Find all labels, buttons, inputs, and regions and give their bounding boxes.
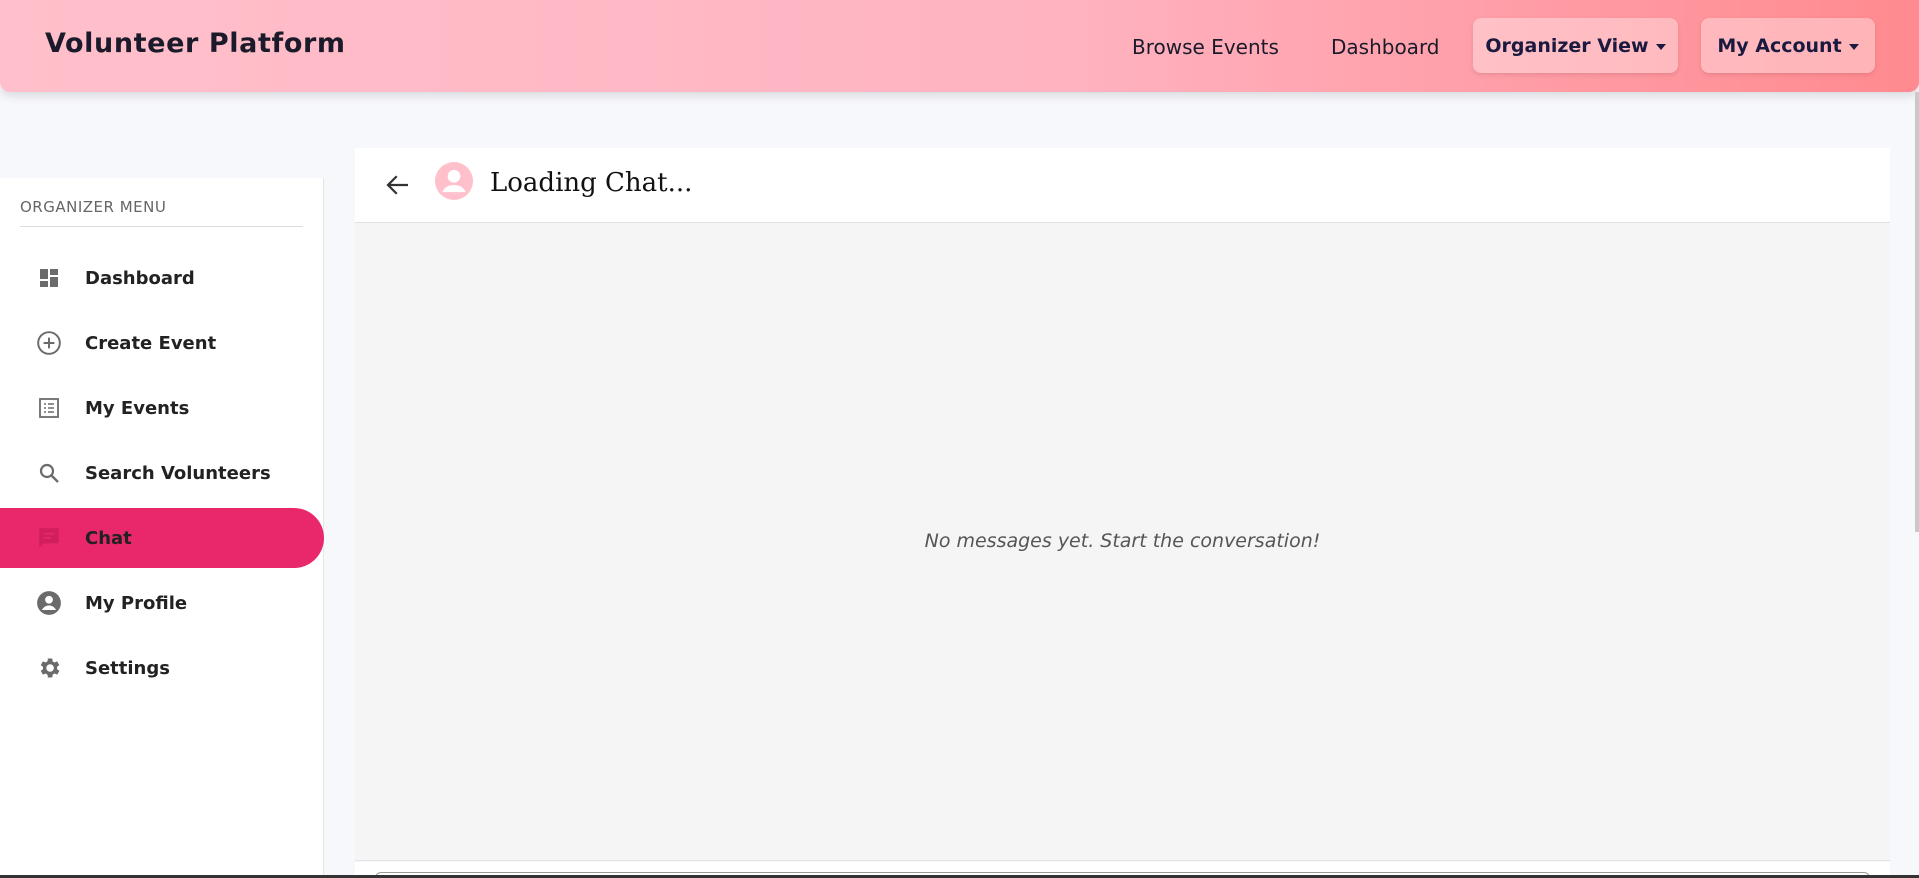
caret-down-icon: [1848, 43, 1859, 50]
brand-title[interactable]: Volunteer Platform: [45, 28, 346, 59]
page-scrollbar[interactable]: [1915, 92, 1919, 532]
list-icon: [36, 395, 62, 421]
chat-icon: [36, 525, 62, 551]
sidebar: ORGANIZER MENU Dashboard Create Event My…: [0, 178, 324, 878]
sidebar-divider: [20, 226, 303, 227]
sidebar-item-settings[interactable]: Settings: [0, 638, 324, 698]
sidebar-item-my-profile[interactable]: My Profile: [0, 573, 324, 633]
sidebar-item-label: Dashboard: [85, 267, 195, 289]
sidebar-item-label: My Profile: [85, 592, 188, 614]
account-circle-icon: [36, 590, 62, 616]
top-navbar: Volunteer Platform Browse Events Dashboa…: [0, 0, 1919, 92]
chat-header: Loading Chat...: [355, 148, 1890, 223]
gear-icon: [36, 655, 62, 681]
empty-messages-text: No messages yet. Start the conversation!: [924, 530, 1321, 552]
organizer-view-dropdown[interactable]: Organizer View: [1473, 18, 1678, 73]
add-circle-icon: [36, 330, 62, 356]
sidebar-item-label: Create Event: [85, 332, 217, 354]
avatar: [435, 162, 473, 200]
sidebar-item-label: Search Volunteers: [85, 462, 271, 484]
sidebar-item-label: Chat: [85, 527, 132, 549]
sidebar-item-label: Settings: [85, 657, 170, 679]
nav-link-browse-events[interactable]: Browse Events: [1132, 35, 1279, 59]
sidebar-item-chat[interactable]: Chat: [0, 508, 324, 568]
chat-title: Loading Chat...: [490, 168, 693, 198]
back-arrow-icon[interactable]: [383, 170, 413, 200]
nav-link-dashboard[interactable]: Dashboard: [1331, 35, 1440, 59]
caret-down-icon: [1655, 43, 1666, 50]
sidebar-title: ORGANIZER MENU: [20, 198, 167, 216]
sidebar-item-create-event[interactable]: Create Event: [0, 313, 324, 373]
my-account-dropdown[interactable]: My Account: [1701, 18, 1875, 73]
sidebar-item-my-events[interactable]: My Events: [0, 378, 324, 438]
organizer-view-label: Organizer View: [1485, 34, 1649, 57]
my-account-label: My Account: [1717, 34, 1842, 57]
search-icon: [36, 460, 62, 486]
dashboard-icon: [36, 265, 62, 291]
sidebar-item-dashboard[interactable]: Dashboard: [0, 248, 324, 308]
sidebar-item-search-volunteers[interactable]: Search Volunteers: [0, 443, 324, 503]
chat-messages-area: No messages yet. Start the conversation!: [355, 223, 1890, 861]
sidebar-item-label: My Events: [85, 397, 190, 419]
